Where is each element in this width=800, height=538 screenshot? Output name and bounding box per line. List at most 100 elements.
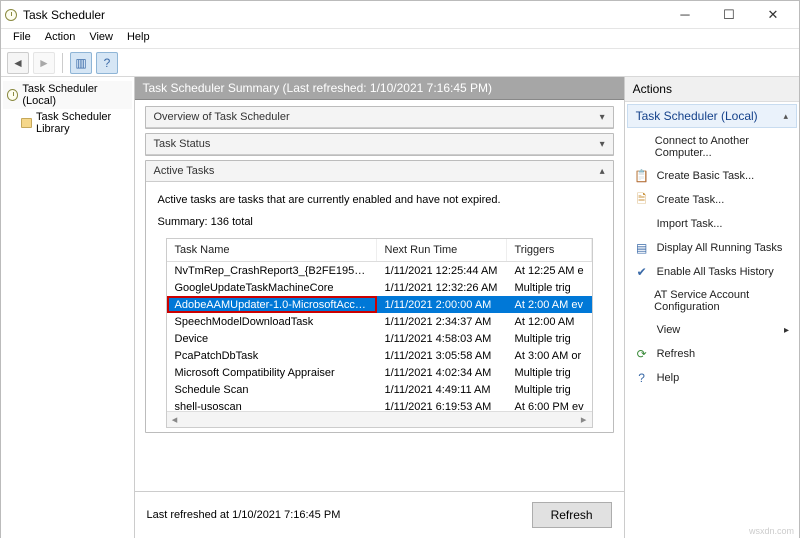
toolbar-help-icon[interactable]: ? (96, 52, 118, 74)
footer: Last refreshed at 1/10/2021 7:16:45 PM R… (135, 491, 624, 538)
action-item[interactable]: ⟳Refresh (625, 342, 799, 366)
table-row[interactable]: SpeechModelDownloadTask1/11/2021 2:34:37… (167, 313, 592, 330)
cell-next: 1/11/2021 12:25:44 AM (377, 262, 507, 279)
chevron-up-icon: ▴ (600, 166, 605, 177)
chevron-right-icon: ▸ (784, 325, 789, 336)
cell-next: 1/11/2021 4:58:03 AM (377, 330, 507, 347)
cell-next: 1/11/2021 12:32:26 AM (377, 279, 507, 296)
col-name[interactable]: Task Name (167, 239, 377, 261)
app-icon (5, 9, 17, 21)
toolbar-panel-icon[interactable]: ▥ (70, 52, 92, 74)
action-label: AT Service Account Configuration (654, 289, 789, 313)
actions-title: Actions (625, 77, 799, 102)
cell-next: 1/11/2021 3:05:58 AM (377, 347, 507, 364)
action-icon: ? (635, 371, 649, 385)
horizontal-scrollbar[interactable]: ◂ ▸ (167, 411, 592, 427)
tree-root-label: Task Scheduler (Local) (22, 83, 127, 107)
cell-next: 1/11/2021 4:49:11 AM (377, 381, 507, 398)
active-summary: Summary: 136 total (158, 216, 601, 228)
maximize-button[interactable]: ☐ (707, 1, 751, 28)
action-label: Help (657, 372, 680, 384)
minimize-button[interactable]: ─ (663, 1, 707, 28)
table-row[interactable]: AdobeAAMUpdater-1.0-MicrosoftAccount-pi.… (167, 296, 592, 313)
toolbar: ◄ ► ▥ ? (1, 49, 799, 77)
status-panel[interactable]: Task Status ▾ (145, 133, 614, 156)
active-title: Active Tasks (154, 165, 215, 177)
action-label: Import Task... (657, 218, 723, 230)
action-item[interactable]: ▤Display All Running Tasks (625, 236, 799, 260)
tree-library-label: Task Scheduler Library (36, 111, 128, 135)
cell-trig: Multiple trig (507, 279, 592, 296)
scroll-left-icon[interactable]: ◂ (167, 413, 183, 426)
menu-file[interactable]: File (7, 31, 37, 46)
action-icon: 📋 (635, 169, 649, 183)
cell-name: SpeechModelDownloadTask (167, 313, 377, 330)
main-pane: Task Scheduler Summary (Last refreshed: … (135, 77, 625, 538)
cell-trig: Multiple trig (507, 330, 592, 347)
table-row[interactable]: Device1/11/2021 4:58:03 AMMultiple trig (167, 330, 592, 347)
menu-help[interactable]: Help (121, 31, 156, 46)
action-item[interactable]: View ▸ (625, 318, 799, 342)
action-item[interactable]: ? Help (625, 366, 799, 390)
active-tasks-panel: Active Tasks▴ Active tasks are tasks tha… (145, 160, 614, 433)
tree-library[interactable]: Task Scheduler Library (3, 109, 132, 137)
action-item[interactable]: 🗎Create Task... (625, 188, 799, 212)
action-label: Create Task... (657, 194, 725, 206)
cell-next: 1/11/2021 4:02:34 AM (377, 364, 507, 381)
action-item[interactable]: AT Service Account Configuration (625, 284, 799, 318)
col-triggers[interactable]: Triggers (507, 239, 592, 261)
cell-name: GoogleUpdateTaskMachineCore (167, 279, 377, 296)
watermark: wsxdn.com (749, 526, 794, 536)
action-icon (635, 294, 647, 308)
back-button[interactable]: ◄ (7, 52, 29, 74)
cell-trig: At 2:00 AM ev (507, 296, 592, 313)
table-row[interactable]: PcaPatchDbTask1/11/2021 3:05:58 AMAt 3:0… (167, 347, 592, 364)
action-item[interactable]: Import Task... (625, 212, 799, 236)
table-row[interactable]: NvTmRep_CrashReport3_{B2FE1952-0186-46C.… (167, 262, 592, 279)
cell-name: Device (167, 330, 377, 347)
overview-panel[interactable]: Overview of Task Scheduler ▾ (145, 106, 614, 129)
status-title: Task Status (154, 138, 211, 150)
menu-view[interactable]: View (83, 31, 119, 46)
col-next[interactable]: Next Run Time (377, 239, 507, 261)
active-tasks-header[interactable]: Active Tasks ▴ (146, 161, 613, 182)
close-button[interactable]: ✕ (751, 1, 795, 28)
main-header: Task Scheduler Summary (Last refreshed: … (135, 77, 624, 100)
action-item[interactable]: Connect to Another Computer... (625, 130, 799, 164)
folder-icon (21, 118, 32, 128)
table-row[interactable]: Microsoft Compatibility Appraiser1/11/20… (167, 364, 592, 381)
cell-trig: Multiple trig (507, 381, 592, 398)
action-label: Display All Running Tasks (657, 242, 783, 254)
overview-title: Overview of Task Scheduler (154, 111, 290, 123)
chevron-down-icon: ▾ (600, 139, 605, 150)
collapse-up-icon: ▴ (783, 111, 788, 122)
tree-root[interactable]: Task Scheduler (Local) (3, 81, 132, 109)
actions-context-header[interactable]: Task Scheduler (Local) ▴ (627, 104, 797, 128)
footer-text: Last refreshed at 1/10/2021 7:16:45 PM (147, 509, 341, 521)
action-item[interactable]: ✔ Enable All Tasks History (625, 260, 799, 284)
action-label: View (657, 324, 681, 336)
table-row[interactable]: GoogleUpdateTaskMachineCore1/11/2021 12:… (167, 279, 592, 296)
clock-icon (7, 89, 18, 101)
scroll-right-icon[interactable]: ▸ (576, 413, 592, 426)
cell-trig: At 12:00 AM (507, 313, 592, 330)
cell-trig: At 12:25 AM e (507, 262, 592, 279)
action-icon: ✔ (635, 265, 649, 279)
action-item[interactable]: 📋Create Basic Task... (625, 164, 799, 188)
refresh-button[interactable]: Refresh (532, 502, 612, 528)
window-title: Task Scheduler (23, 8, 105, 22)
cell-name: PcaPatchDbTask (167, 347, 377, 364)
menu-action[interactable]: Action (39, 31, 82, 46)
cell-trig: At 3:00 AM or (507, 347, 592, 364)
cell-trig: Multiple trig (507, 364, 592, 381)
action-icon (635, 323, 649, 337)
forward-button[interactable]: ► (33, 52, 55, 74)
cell-name: Schedule Scan (167, 381, 377, 398)
action-label: Enable All Tasks History (657, 266, 774, 278)
table-row[interactable]: Schedule Scan1/11/2021 4:49:11 AMMultipl… (167, 381, 592, 398)
cell-name: AdobeAAMUpdater-1.0-MicrosoftAccount-pi.… (167, 296, 377, 313)
titlebar: Task Scheduler ─ ☐ ✕ (1, 1, 799, 29)
chevron-down-icon: ▾ (600, 112, 605, 123)
tree-pane: Task Scheduler (Local) Task Scheduler Li… (1, 77, 135, 538)
tasks-table: Task Name Next Run Time Triggers NvTmRep… (166, 238, 593, 428)
